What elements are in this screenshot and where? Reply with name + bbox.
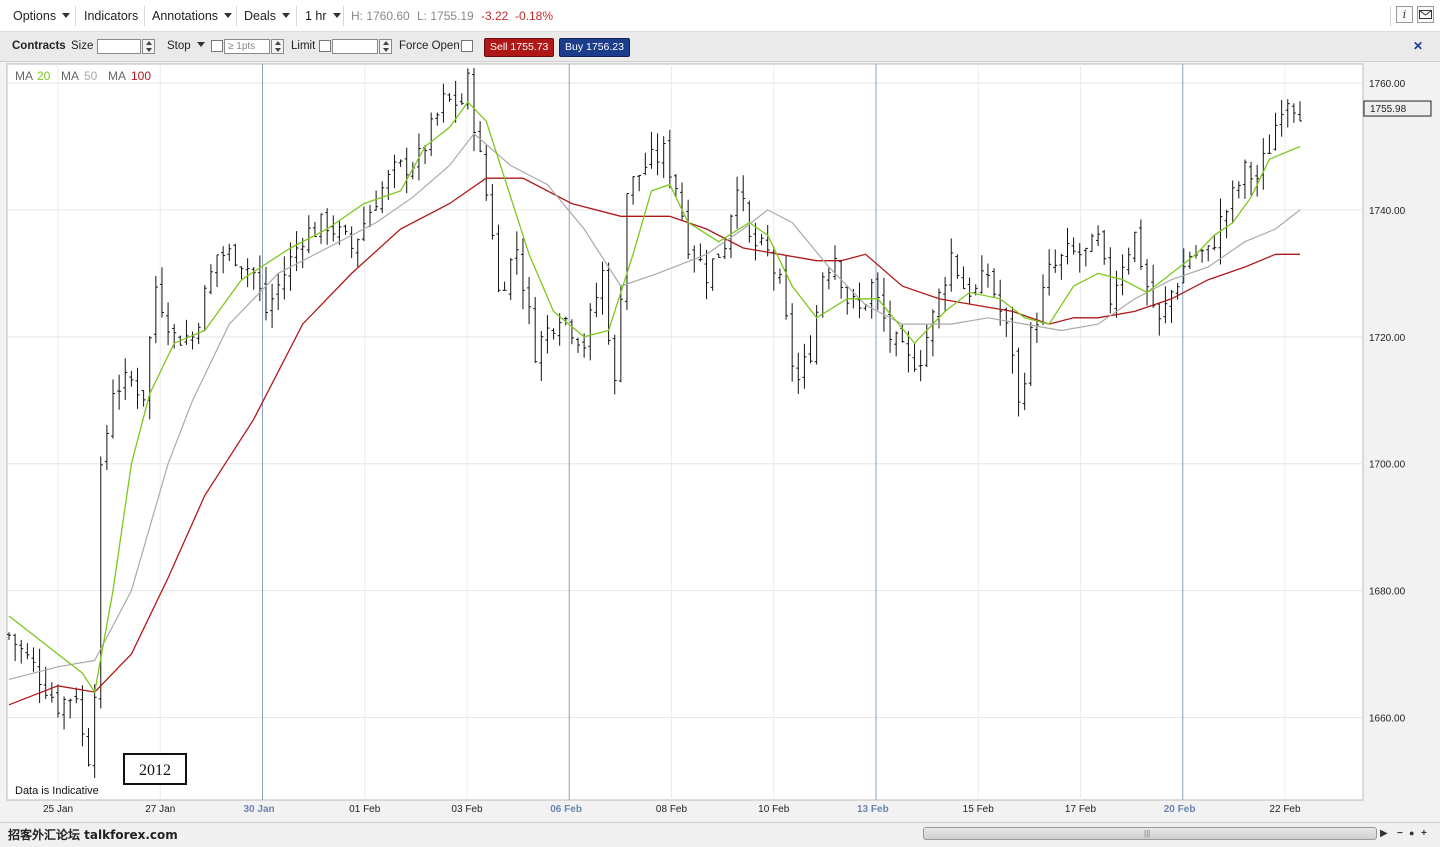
indicators-menu[interactable]: Indicators [84,0,138,32]
y-tick-label: 1700.00 [1369,460,1406,471]
limit-checkbox[interactable] [319,40,331,52]
force-open-checkbox[interactable] [461,40,473,52]
time-scrollbar[interactable]: ||| [923,827,1377,840]
deals-menu-label: Deals [244,9,276,23]
legend-ma50-period: 50 [84,69,98,83]
x-tick-label: 13 Feb [857,804,889,815]
limit-label: Limit [291,40,316,52]
options-menu-label: Options [13,9,57,23]
size-label: Size [71,40,94,52]
chevron-down-icon [332,13,341,18]
watermark: 招客外汇论坛 talkforex.com [8,828,178,842]
size-stepper[interactable] [142,39,155,54]
x-tick-label: 03 Feb [451,804,483,815]
stop-input[interactable]: ≥ 1pts [224,39,270,54]
mail-icon[interactable] [1417,6,1434,23]
low-value: L: 1755.19 [417,9,474,23]
envelope-icon [1419,10,1432,19]
annotations-menu[interactable]: Annotations [152,0,233,32]
force-open-label: Force Open [399,40,460,52]
trade-ticket-bar: Contracts Size Stop ≥ 1pts Limit Force O… [0,32,1440,62]
scroll-grip: ||| [1144,829,1151,838]
chevron-down-icon [196,42,205,47]
current-price-marker: 1755.98 [1363,100,1432,117]
x-tick-label: 20 Feb [1164,804,1196,815]
deals-menu[interactable]: Deals [244,0,290,32]
divider [1390,6,1391,26]
plot-area [6,63,1364,801]
y-tick-label: 1720.00 [1369,333,1406,344]
zoom-in-icon[interactable]: + [1421,828,1427,839]
change-value: -3.22 [481,9,509,23]
chevron-down-icon [62,13,71,18]
indicators-menu-label: Indicators [84,9,139,23]
options-menu[interactable]: Options [13,0,71,32]
stop-label: Stop [167,40,191,52]
x-tick-label: 25 Jan [43,804,73,815]
info-glyph: i [1402,8,1407,21]
footer-bar: 招客外汇论坛 talkforex.com ||| ▶ − ● + [0,822,1440,847]
chevron-down-icon [224,13,233,18]
x-tick-label: 08 Feb [656,804,688,815]
legend-ma20-prefix: MA [15,69,33,83]
x-tick-label: 15 Feb [963,804,995,815]
divider [296,6,297,26]
y-tick-label: 1660.00 [1369,714,1406,725]
data-indicative-note: Data is Indicative [15,785,99,797]
legend-ma100-period: 100 [131,69,151,83]
x-tick-label: 22 Feb [1269,804,1301,815]
chevron-down-icon [281,13,290,18]
stop-stepper[interactable] [271,39,284,54]
x-tick-label: 30 Jan [244,804,275,815]
legend-ma50-prefix: MA [61,69,79,83]
contracts-label: Contracts [12,40,66,52]
y-tick-label: 1760.00 [1369,79,1406,90]
buy-button[interactable]: Buy 1756.23 [559,38,630,57]
zoom-out-icon[interactable]: − [1397,828,1403,839]
x-tick-label: 06 Feb [550,804,582,815]
divider [144,6,145,26]
top-toolbar: Options Indicators Annotations Deals 1 h… [0,0,1440,32]
limit-input[interactable] [332,39,378,54]
interval-menu[interactable]: 1 hr [305,0,341,32]
divider [75,6,76,26]
change-percent: -0.18% [515,9,554,23]
y-tick-label: 1680.00 [1369,587,1406,598]
scroll-right-icon[interactable]: ▶ [1380,828,1388,839]
interval-menu-label: 1 hr [305,9,327,23]
legend-ma100-prefix: MA [108,69,126,83]
size-input[interactable] [97,39,141,54]
year-box-label: 2012 [139,762,171,779]
divider [343,6,344,26]
info-icon[interactable]: i [1396,6,1413,23]
x-tick-label: 17 Feb [1065,804,1097,815]
close-icon[interactable]: ✕ [1410,39,1426,54]
limit-stepper[interactable] [379,39,392,54]
price-chart[interactable]: 1660.00 1680.00 1700.00 1720.00 1740.00 1760.… [0,62,1440,822]
current-price-label: 1755.98 [1370,104,1407,115]
stop-dropdown[interactable]: Stop [167,32,205,60]
high-value: H: 1760.60 [351,9,410,23]
divider [236,6,237,26]
stop-checkbox[interactable] [211,40,223,52]
legend-ma20-period: 20 [37,69,51,83]
annotations-menu-label: Annotations [152,9,219,23]
x-tick-label: 27 Jan [145,804,175,815]
y-tick-label: 1740.00 [1369,206,1406,217]
year-annotation: 2012 [123,753,187,785]
sell-button[interactable]: Sell 1755.73 [484,38,555,57]
x-tick-label: 01 Feb [349,804,381,815]
x-tick-label: 10 Feb [758,804,790,815]
reset-zoom-icon[interactable]: ● [1409,828,1414,838]
